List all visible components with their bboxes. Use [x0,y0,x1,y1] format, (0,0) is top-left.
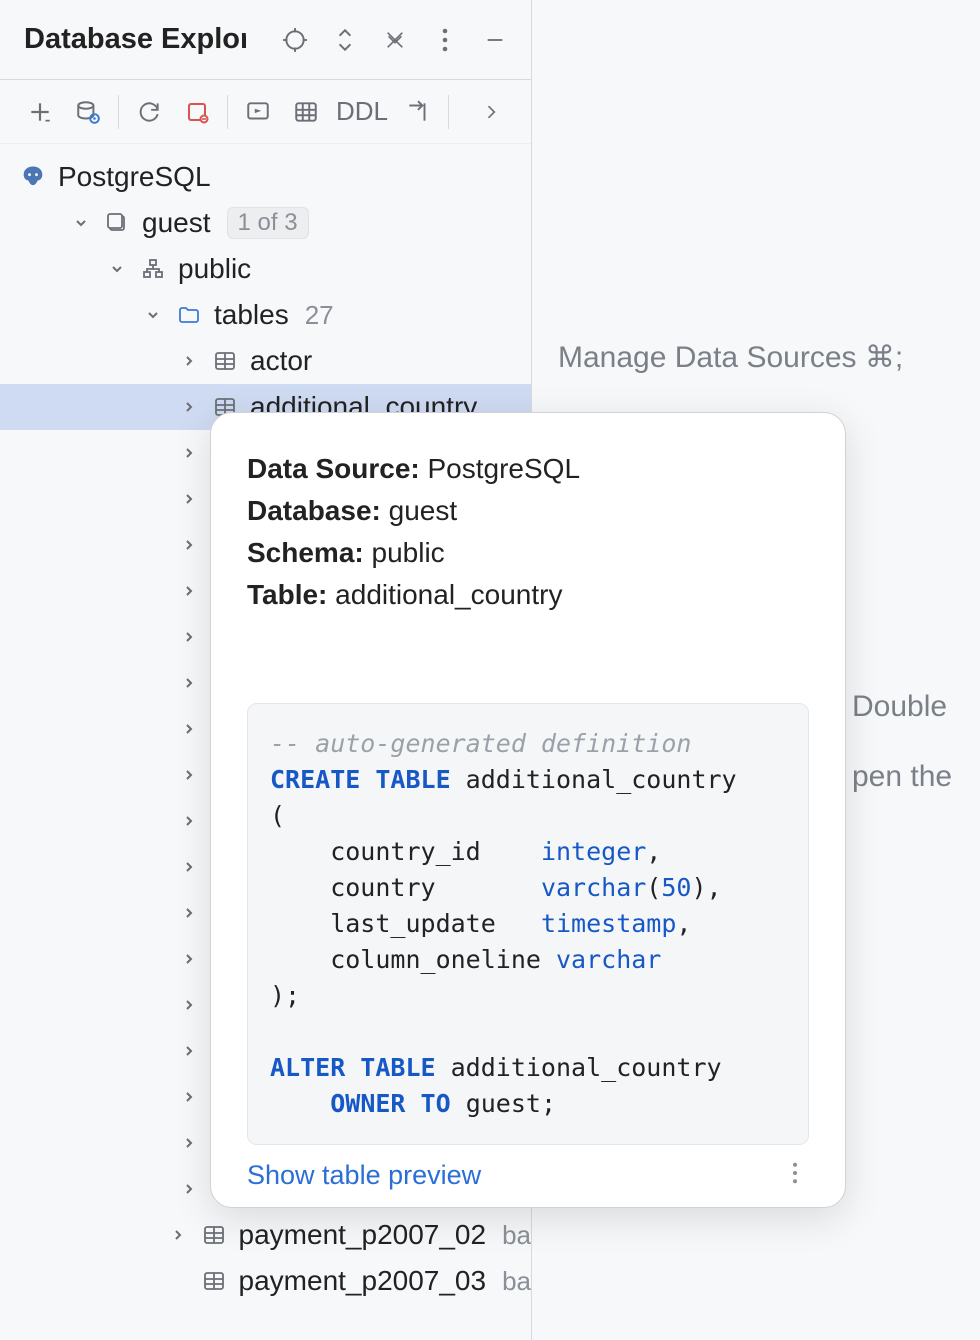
tree-node-table[interactable]: actor [0,338,531,384]
chevron-down-icon[interactable] [106,258,128,280]
popover-table: Table: additional_country [247,575,809,615]
tree-label: payment_p2007_03 [239,1265,487,1297]
chevron-right-icon[interactable] [178,856,200,878]
toolbar-separator [227,95,228,129]
minimize-icon[interactable] [478,23,512,57]
collapse-all-icon[interactable] [378,23,412,57]
more-icon[interactable] [428,23,462,57]
chevron-down-icon[interactable] [142,304,164,326]
chevron-right-icon[interactable] [178,580,200,602]
tree-node-table[interactable]: payment_p2007_02 ba [0,1212,531,1258]
chevron-right-icon[interactable] [178,442,200,464]
chevron-right-icon[interactable] [178,764,200,786]
ddl-code-block: -- auto-generated definition CREATE TABL… [247,703,809,1145]
table-info-popover: Data Source: PostgreSQL Database: guest … [210,412,846,1208]
chevron-right-icon[interactable] [178,994,200,1016]
chevron-right-icon[interactable] [178,810,200,832]
table-icon[interactable] [282,90,330,134]
popover-database: Database: guest [247,491,809,531]
tree-label: public [178,253,251,285]
chevron-right-icon[interactable] [178,396,200,418]
table-icon [199,1266,229,1296]
chevron-right-icon[interactable] [178,718,200,740]
toolbar-separator [118,95,119,129]
table-icon [199,1220,229,1250]
folder-icon [174,300,204,330]
tree-node-schema[interactable]: public [0,246,531,292]
chevron-right-icon[interactable] [178,488,200,510]
tree-label: guest [142,207,211,239]
panel-title: Database Explorer [24,23,246,56]
chevron-right-icon[interactable] [178,948,200,970]
ddl-button[interactable]: DDL [330,96,394,127]
data-source-properties-icon[interactable] [64,90,112,134]
tree-label: PostgreSQL [58,161,211,193]
chevron-down-icon[interactable] [70,212,92,234]
expand-collapse-icon[interactable] [328,23,362,57]
add-icon[interactable] [16,90,64,134]
tree-node-table[interactable]: payment_p2007_03 ba [0,1258,531,1304]
partial-hint-text: pen the [852,760,952,794]
stop-icon[interactable] [173,90,221,134]
tree-node-badge: 1 of 3 [227,207,309,239]
chevron-right-icon[interactable] [178,1086,200,1108]
chevron-right-icon[interactable] [178,350,200,372]
tree-node-database[interactable]: guest 1 of 3 [0,200,531,246]
chevron-right-icon[interactable] [178,902,200,924]
query-console-icon[interactable] [234,90,282,134]
database-icon [102,208,132,238]
chevron-right-icon[interactable] [467,90,515,134]
tree-label: tables [214,299,289,331]
popover-data-source: Data Source: PostgreSQL [247,449,809,489]
popover-schema: Schema: public [247,533,809,573]
chevron-right-icon[interactable] [178,626,200,648]
chevron-right-icon[interactable] [178,1132,200,1154]
target-icon[interactable] [278,23,312,57]
panel-header: Database Explorer [0,0,531,80]
chevron-right-icon[interactable] [178,672,200,694]
jump-to-icon[interactable] [394,90,442,134]
toolbar-separator [448,95,449,129]
tree-node-count: 27 [305,300,334,331]
tree-trailing-badge: ba [502,1220,531,1251]
tree-node-datasource[interactable]: PostgreSQL [0,154,531,200]
chevron-right-icon[interactable] [178,534,200,556]
show-table-preview-link[interactable]: Show table preview [247,1160,481,1191]
tree-trailing-badge: ba [502,1266,531,1297]
table-icon [210,346,240,376]
chevron-right-icon[interactable] [167,1224,189,1246]
refresh-icon[interactable] [125,90,173,134]
tree-label: actor [250,345,312,377]
schema-icon [138,254,168,284]
more-icon[interactable] [781,1159,809,1191]
manage-data-sources-hint: Manage Data Sources ⌘; [558,340,903,375]
tree-label: payment_p2007_02 [239,1219,487,1251]
chevron-right-icon[interactable] [178,1040,200,1062]
tree-node-tables-folder[interactable]: tables 27 [0,292,531,338]
partial-hint-text: Double [852,690,947,724]
chevron-right-icon[interactable] [178,1178,200,1200]
panel-toolbar: DDL [0,80,531,144]
postgresql-icon [18,162,48,192]
